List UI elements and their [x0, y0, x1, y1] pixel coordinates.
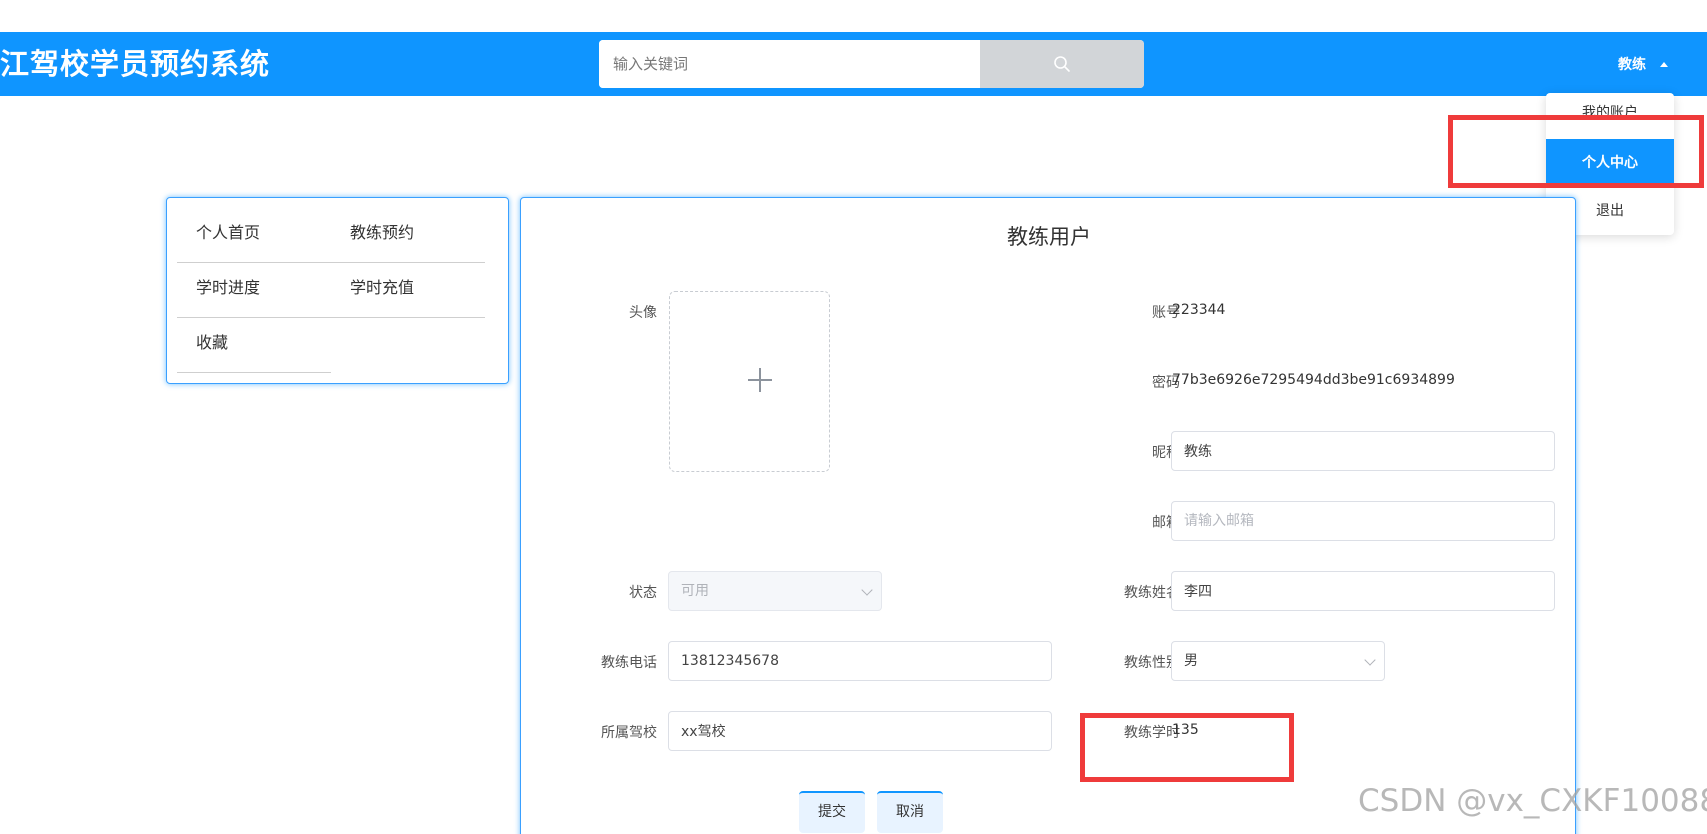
email-input[interactable]: [1171, 501, 1555, 541]
page-title: 教练用户: [1007, 225, 1091, 249]
user-name: 教练: [1618, 57, 1646, 73]
school-input[interactable]: [668, 711, 1052, 751]
divider: [177, 372, 331, 373]
sidebar-item-coach-booking[interactable]: 教练预约: [330, 205, 414, 260]
sidebar-item-home[interactable]: 个人首页: [176, 205, 260, 260]
sidebar-item-progress[interactable]: 学时进度: [176, 260, 260, 315]
search-icon: [1054, 56, 1070, 72]
coach-phone-input[interactable]: [668, 641, 1052, 681]
profile-card: 教练用户 头像 账号 223344 密码 77b3e6926e7295494dd…: [520, 197, 1576, 834]
plus-icon: [748, 368, 772, 392]
school-label: 所属驾校: [601, 725, 657, 741]
account-label: 账号: [1152, 305, 1180, 321]
status-value: 可用: [681, 583, 709, 599]
email-label: 邮箱: [1152, 515, 1180, 531]
account-value: 223344: [1172, 302, 1226, 318]
search-box: [599, 40, 1144, 88]
status-select[interactable]: 可用: [668, 571, 882, 611]
site-title: 江驾校学员预约系统: [0, 47, 271, 81]
coach-name-label: 教练姓名: [1124, 585, 1180, 601]
avatar-uploader[interactable]: [669, 291, 830, 472]
sidebar-menu: 个人首页 教练预约 学时进度 学时充值 收藏: [166, 197, 509, 384]
search-button[interactable]: [980, 40, 1144, 88]
sidebar-item-recharge[interactable]: 学时充值: [330, 260, 414, 315]
coach-name-input[interactable]: [1171, 571, 1555, 611]
password-value: 77b3e6926e7295494dd3be91c6934899: [1172, 372, 1455, 388]
page: 江驾校学员预约系统 教练 我的账户 个人中心 退出 个人首页 教练预约 学时进度…: [0, 0, 1707, 834]
status-label: 状态: [629, 585, 657, 601]
coach-gender-select[interactable]: 男: [1171, 641, 1385, 681]
nickname-label: 昵称: [1152, 445, 1180, 461]
chevron-down-icon: [1364, 654, 1376, 666]
nickname-input[interactable]: [1171, 431, 1555, 471]
submit-button[interactable]: 提交: [799, 791, 865, 833]
highlight-box-coach-hours: [1080, 713, 1294, 782]
highlight-box-personal-center: [1448, 115, 1704, 188]
coach-phone-label: 教练电话: [601, 655, 657, 671]
password-label: 密码: [1152, 375, 1180, 391]
caret-up-icon: [1660, 61, 1668, 67]
sidebar-item-favorites[interactable]: 收藏: [176, 315, 228, 370]
user-menu-trigger[interactable]: 教练: [1618, 32, 1668, 96]
chevron-down-icon: [861, 584, 873, 596]
cancel-button[interactable]: 取消: [877, 791, 943, 833]
top-nav-bar: 江驾校学员预约系统 教练: [0, 32, 1707, 96]
search-input[interactable]: [599, 40, 980, 88]
watermark: CSDN @vx_CXKF10088: [1358, 783, 1707, 819]
coach-gender-value: 男: [1184, 653, 1198, 669]
coach-gender-label: 教练性别: [1124, 655, 1180, 671]
avatar-label: 头像: [629, 305, 657, 321]
